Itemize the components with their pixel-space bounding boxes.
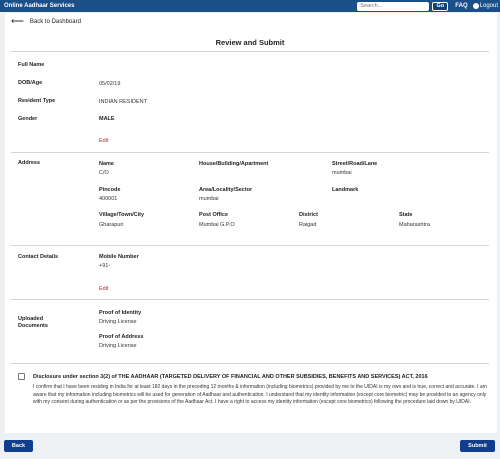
poi-value: Driving License <box>99 319 137 325</box>
edit-contact-link[interactable]: Edit <box>99 286 108 292</box>
resident-type-value: INDIAN RESIDENT <box>99 99 147 105</box>
arrow-left-icon: ⟵ <box>11 16 24 26</box>
app-title: Online Aadhaar Services <box>4 3 75 9</box>
post-office-label: Post Office <box>199 212 229 218</box>
logout-link[interactable]: Logout <box>472 3 500 9</box>
address-section-label: Address <box>18 160 41 166</box>
poi-label: Proof of Identity <box>99 310 142 316</box>
divider <box>11 245 489 246</box>
name-value: C/O <box>99 170 109 176</box>
search-input[interactable] <box>357 1 430 11</box>
documents-section-label: Uploaded <box>18 316 44 322</box>
documents-section-label-2: Documents <box>18 323 48 329</box>
disclosure-text: I confirm that I have been residing in I… <box>33 384 487 406</box>
pincode-label: Pincode <box>99 187 121 193</box>
back-to-dashboard-label: Back to Dashboard <box>29 18 81 25</box>
divider <box>11 363 489 364</box>
go-button[interactable]: Go <box>432 1 449 11</box>
district-value: Raigad <box>299 222 317 228</box>
divider <box>11 299 489 300</box>
district-label: District <box>299 212 318 218</box>
street-value: mumbai <box>332 170 352 176</box>
user-icon <box>472 3 479 9</box>
contact-section-label: Contact Details <box>18 254 59 260</box>
house-label: House/Building/Apartment <box>199 161 269 167</box>
gender-value: MALE <box>99 116 115 122</box>
dob-value: 05/02/19 <box>99 81 121 87</box>
resident-type-label: Resident Type <box>18 98 56 104</box>
mobile-label: Mobile Number <box>99 254 139 260</box>
page-title: Review and Submit <box>215 38 285 47</box>
landmark-label: Landmark <box>332 187 359 193</box>
consent-checkbox[interactable] <box>18 373 25 380</box>
state-label: State <box>399 212 413 218</box>
state-value: Maharashtra <box>399 222 430 228</box>
mobile-value: +91- <box>99 263 111 269</box>
back-button[interactable]: Back <box>4 440 33 452</box>
village-label: Village/Town/City <box>99 212 145 218</box>
divider <box>11 51 489 52</box>
disclosure-heading: Disclosure under section 3(2) of THE AAD… <box>33 374 428 380</box>
submit-button[interactable]: Submit <box>460 440 495 452</box>
poa-label: Proof of Address <box>99 334 144 340</box>
divider <box>11 152 489 153</box>
poa-value: Driving License <box>99 343 137 349</box>
area-value: mumbai <box>199 196 219 202</box>
back-to-dashboard-link[interactable]: ⟵ Back to Dashboard <box>11 16 81 27</box>
footer-bar <box>0 433 500 459</box>
post-office-value: Mumbai G.P.O <box>199 222 235 228</box>
street-label: Street/Road/Lane <box>332 161 378 167</box>
village-value: Gharapuri <box>99 222 124 228</box>
full-name-label: Full Name <box>18 62 45 68</box>
gender-label: Gender <box>18 116 38 122</box>
area-label: Area/Locality/Sector <box>199 187 253 193</box>
edit-personal-link[interactable]: Edit <box>99 138 108 144</box>
logout-label: Logout <box>479 3 498 9</box>
pincode-value: 400001 <box>99 196 118 202</box>
name-label: Name <box>99 161 114 167</box>
top-bar: Online Aadhaar Services Go FAQ Logout <box>0 0 500 12</box>
faq-link[interactable]: FAQ <box>455 3 467 9</box>
dob-label: DOB/Age <box>18 80 43 86</box>
